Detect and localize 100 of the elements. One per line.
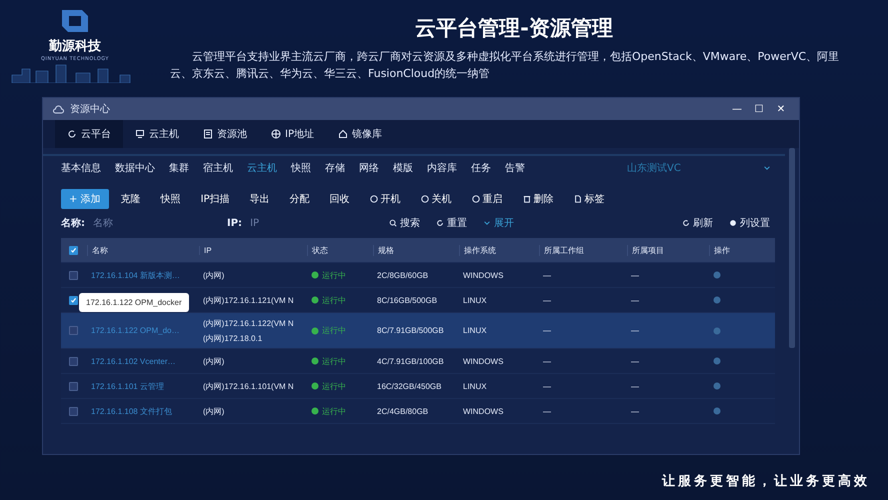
power-icon	[420, 195, 429, 203]
table-cell-text: 16C/32GB/450GB	[376, 382, 442, 390]
column-header: 所属工作组	[539, 244, 627, 256]
tab-label: IP地址	[285, 128, 314, 141]
brand-name: 勤源科技	[49, 38, 101, 55]
status-dot-icon	[311, 271, 319, 279]
table-cell-text: LINUX	[462, 326, 488, 335]
toolbar-button[interactable]: 标签	[566, 189, 613, 209]
sub-tab[interactable]: 内容库	[427, 161, 457, 175]
sub-tab[interactable]: 集群	[169, 161, 189, 175]
name-field[interactable]: 名称	[91, 216, 221, 230]
field-label: 名称:	[61, 216, 85, 230]
status-label: 运行中	[307, 380, 373, 392]
toolbar-button[interactable]: 重启	[464, 189, 511, 209]
window-control[interactable]: ✕	[773, 104, 789, 114]
table-cell-text: —	[542, 356, 552, 366]
toolbar-button[interactable]: 快照	[152, 189, 189, 209]
search-button[interactable]: 展开	[478, 214, 520, 232]
sub-tab[interactable]: 网络	[359, 161, 379, 175]
ip-field[interactable]: IP	[248, 216, 378, 230]
table-cell-text: —	[542, 296, 552, 304]
column-header: 规格	[373, 244, 459, 256]
chevron-down-icon	[763, 164, 771, 172]
status-label: 运行中	[307, 294, 373, 306]
table-cell-text: —	[630, 270, 640, 280]
refresh-icon	[436, 219, 444, 227]
table-cell-text: 8C/7.91GB/500GB	[376, 326, 445, 335]
toolbar-button[interactable]: 分配	[282, 189, 318, 209]
table-cell-text: 2C/4GB/80GB	[376, 406, 430, 416]
checkbox[interactable]	[69, 356, 78, 366]
table-cell-text: WINDOWS	[462, 406, 504, 416]
sub-tab[interactable]: 云主机	[247, 161, 277, 175]
toolbar-button[interactable]: 克隆	[112, 189, 149, 209]
description: 云管理平台支持业界主流云厂商，跨云厂商对云资源及多种虚拟化平台系统进行管理，包括OpenStack、VMware、PowerVC、阿里云、京东云、腾讯云、华为云、华三云、FusionCloud的统一纳管	[170, 49, 840, 82]
table-cell-text: WINDOWS	[462, 270, 504, 280]
table-cell-text: 8C/16GB/500GB	[376, 296, 438, 304]
status-dot-icon	[311, 357, 319, 365]
status-dot-icon	[311, 382, 319, 390]
vm-name-link[interactable]: 172.16.1.108 文件打包	[87, 406, 199, 416]
toolbar-button[interactable]: 关机	[412, 189, 460, 209]
sub-tab[interactable]: 基本信息	[61, 161, 101, 175]
monitor-icon	[135, 129, 145, 139]
nav-tab[interactable]: 云主机	[123, 120, 191, 148]
ip-address: (内网)172.18.0.1	[203, 332, 264, 344]
sub-tab[interactable]: 告警	[505, 161, 525, 175]
vm-name-link[interactable]: 172.16.1.104 新版本测…	[87, 270, 199, 280]
table-row[interactable]: 172.16.1.122 OPM_do… (内网)172.16.1.122(VM N (内网)172.18.0.1 运行中 8C/7.91GB/500GB LINUX — —	[61, 313, 775, 349]
status-dot-icon	[311, 296, 319, 304]
checkbox[interactable]	[69, 270, 78, 280]
tab-label: 资源池	[217, 128, 247, 141]
toolbar-button[interactable]: 导出	[242, 189, 278, 209]
table-cell-text: —	[630, 382, 640, 390]
vm-name-link[interactable]: 172.16.1.101 云管理	[87, 380, 199, 392]
nav-tab[interactable]: IP地址	[259, 120, 326, 148]
sub-tab[interactable]: 快照	[291, 161, 311, 175]
table-cell-text: —	[542, 382, 552, 390]
table-cell-text: —	[630, 326, 640, 335]
sub-tab[interactable]: 存储	[325, 161, 345, 175]
refresh-icon	[67, 129, 77, 139]
toolbar-button[interactable]: 开机	[362, 189, 409, 209]
ip-address: (内网)	[203, 406, 226, 416]
sub-tab[interactable]: 模版	[393, 161, 413, 175]
ip-address: (内网)172.16.1.121(VM N	[203, 294, 295, 306]
check-icon	[70, 246, 77, 254]
checkbox[interactable]	[69, 382, 78, 390]
table-cell-text: —	[542, 326, 552, 335]
refresh-icon	[682, 219, 690, 227]
status-dot-icon	[311, 407, 319, 415]
column-header: 操作	[709, 244, 775, 256]
status-label: 运行中	[307, 270, 373, 280]
window-control[interactable]: ☐	[751, 104, 767, 114]
toolbar-button[interactable]: 回收	[322, 189, 358, 209]
cloud-icon	[53, 104, 64, 114]
table-cell-text: —	[542, 406, 552, 416]
table-cell-text: WINDOWS	[462, 356, 504, 366]
sub-tab[interactable]: 宿主机	[203, 161, 233, 175]
search-button[interactable]: 重置	[431, 214, 472, 232]
search-button[interactable]: 搜索	[384, 214, 426, 232]
nav-tab[interactable]: 云平台	[55, 120, 123, 148]
checkbox[interactable]	[69, 406, 78, 416]
status-dot-icon	[311, 326, 319, 334]
toolbar-button[interactable]: IP扫描	[192, 189, 238, 209]
checkbox[interactable]	[69, 296, 78, 304]
sub-tab[interactable]: 数据中心	[115, 161, 155, 175]
page-title: 云平台管理-资源管理	[415, 15, 613, 42]
column-header: IP	[199, 246, 307, 254]
checkbox[interactable]	[69, 246, 78, 254]
column-header: 状态	[307, 244, 373, 256]
select-value: 山东测试VC	[627, 162, 681, 175]
checkbox[interactable]	[69, 326, 78, 335]
nav-tab[interactable]: 镜像库	[326, 120, 394, 148]
sub-tab[interactable]: 任务	[471, 161, 491, 175]
table-button[interactable]: 刷新	[677, 214, 718, 232]
toolbar-button[interactable]: 删除	[514, 189, 562, 209]
table-cell-text: 4C/7.91GB/100GB	[376, 356, 445, 366]
vm-name-link[interactable]: 172.16.1.102 Vcenter…	[87, 356, 199, 366]
table-button[interactable]: 列设置	[724, 214, 775, 232]
window-control[interactable]: —	[729, 104, 745, 114]
nav-tab[interactable]: 资源池	[191, 120, 259, 148]
column-header: 名称	[87, 244, 199, 256]
